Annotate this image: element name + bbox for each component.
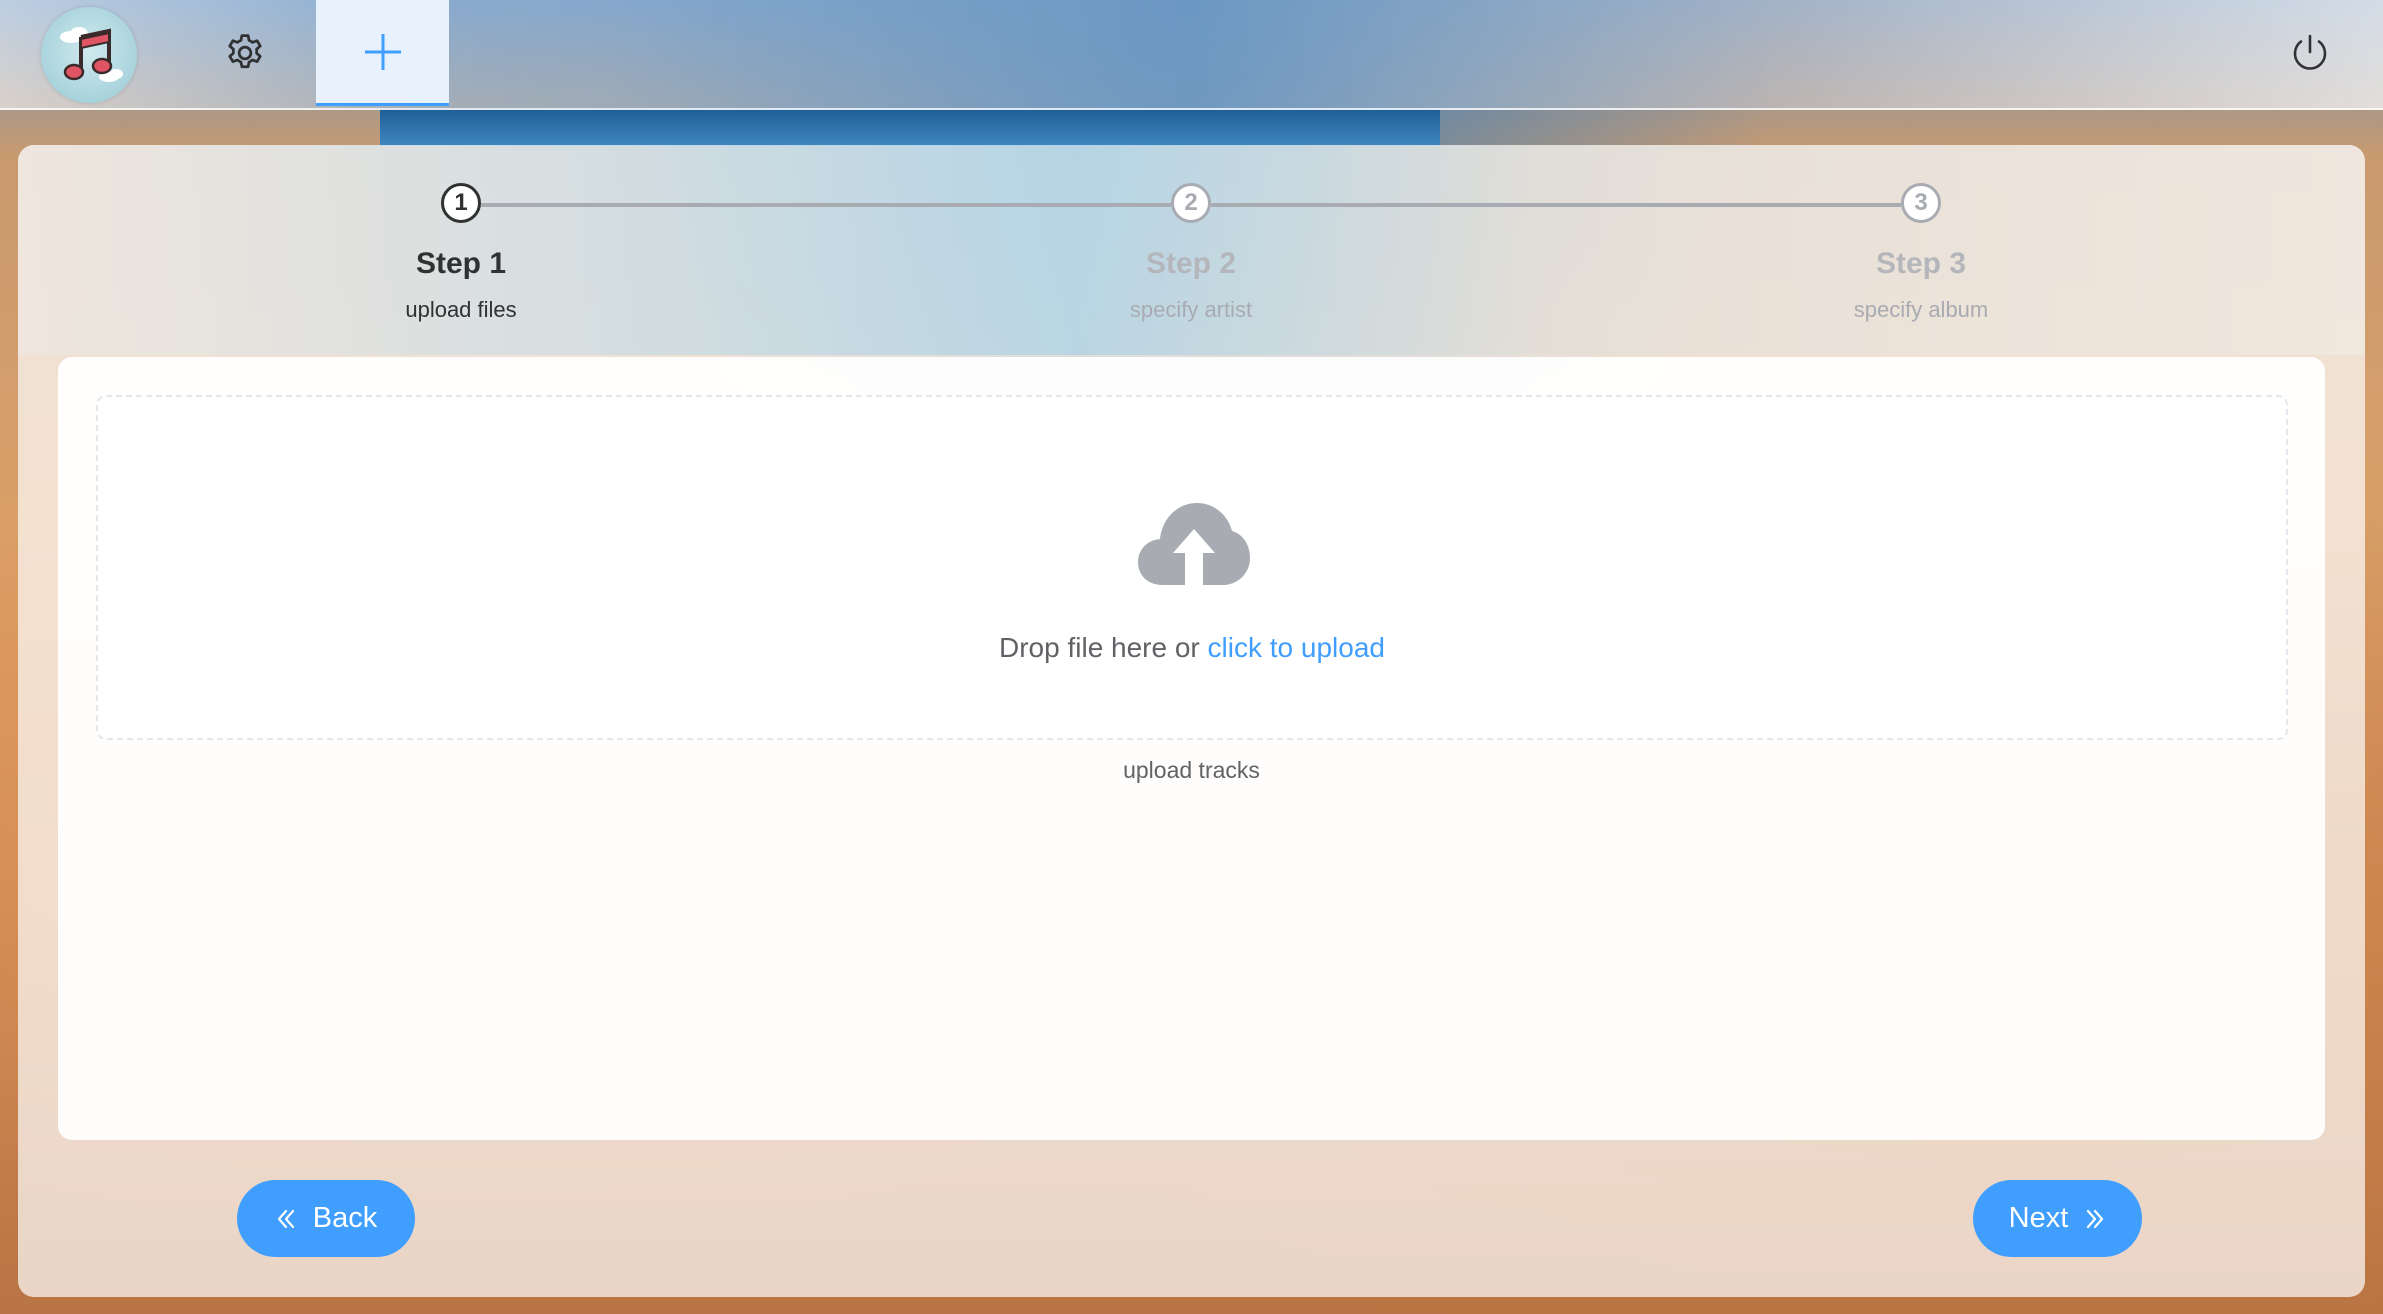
step-title: Step 2 — [1145, 247, 1237, 280]
double-chevron-right-icon — [2087, 1209, 2104, 1228]
upload-dropzone[interactable]: Drop file here or click to upload — [96, 395, 2288, 740]
settings-button[interactable] — [200, 0, 290, 106]
add-tracks-tab[interactable] — [316, 0, 449, 106]
step-number: 1 — [441, 183, 481, 223]
next-button[interactable]: Next — [1973, 1180, 2142, 1257]
back-button[interactable]: Back — [237, 1180, 415, 1257]
step-number: 2 — [1171, 183, 1211, 223]
step-3: 3 Step 3 specify album — [1801, 183, 2041, 323]
music-note-logo-icon — [60, 27, 123, 82]
step-connector-1 — [481, 203, 1171, 207]
next-button-label: Next — [2008, 1202, 2069, 1234]
gear-icon — [228, 34, 262, 69]
step-1: 1 Step 1 upload files — [341, 183, 581, 323]
double-chevron-left-icon — [277, 1209, 294, 1228]
step-description: specify artist — [1129, 297, 1253, 322]
drop-instructions: Drop file here or click to upload — [98, 632, 2286, 664]
logout-button[interactable] — [2270, 0, 2350, 106]
step-description: specify album — [1853, 297, 1989, 322]
step-2: 2 Step 2 specify artist — [1071, 183, 1311, 323]
top-navbar — [0, 0, 2383, 110]
step-description: upload files — [405, 297, 517, 322]
step-connector-2 — [1211, 203, 1901, 207]
cloud-upload-icon — [1138, 503, 1250, 585]
step-number: 3 — [1901, 183, 1941, 223]
drop-text: Drop file here or — [999, 632, 1208, 663]
power-icon — [2293, 34, 2327, 70]
app-logo[interactable] — [41, 7, 137, 103]
back-button-label: Back — [312, 1202, 378, 1234]
click-to-upload-link[interactable]: click to upload — [1208, 632, 1385, 663]
step-title: Step 1 — [415, 247, 507, 280]
background-sea — [380, 108, 1440, 146]
upload-card: Drop file here or click to upload upload… — [58, 357, 2325, 1140]
step-title: Step 3 — [1875, 247, 1967, 280]
plus-icon — [364, 33, 401, 70]
upload-tip: upload tracks — [1123, 757, 1260, 783]
